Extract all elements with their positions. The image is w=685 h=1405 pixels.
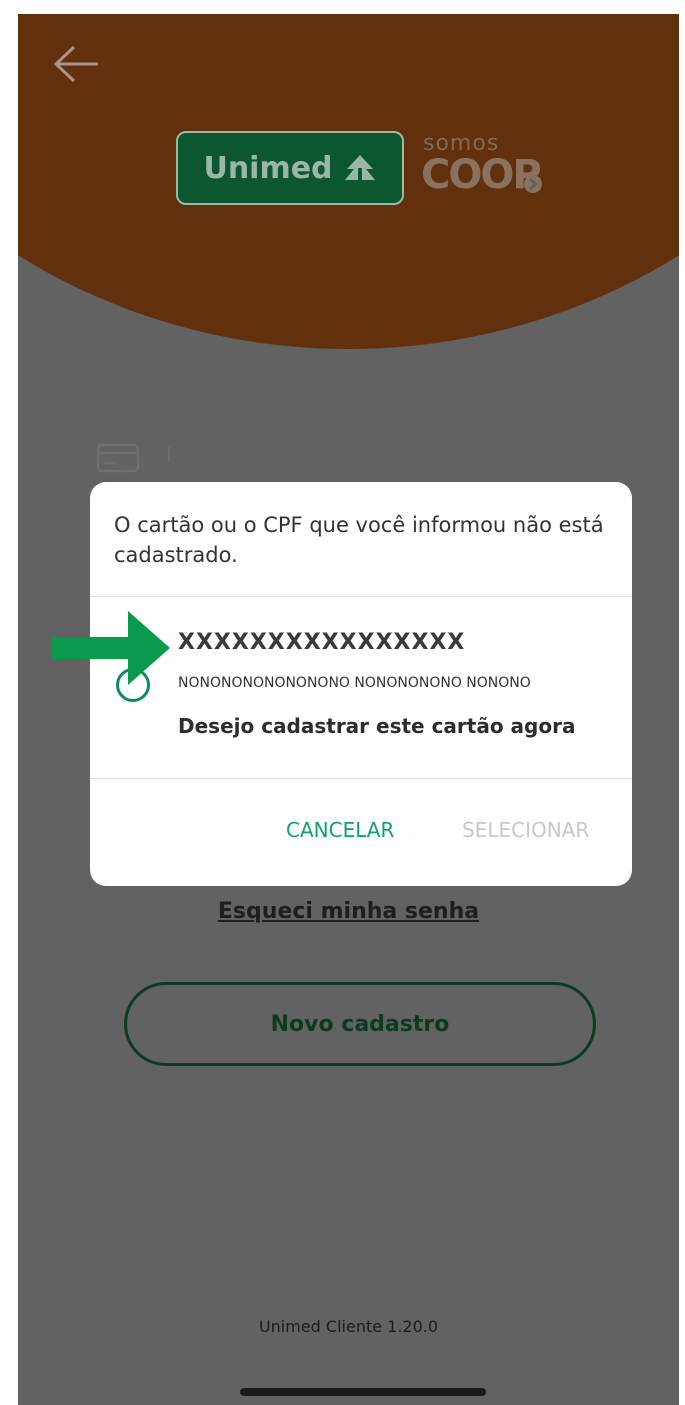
unimed-logo: Unimed xyxy=(176,131,404,205)
home-indicator xyxy=(240,1388,486,1396)
cancel-button[interactable]: CANCELAR xyxy=(286,818,394,842)
unimed-tree-icon xyxy=(344,155,375,180)
coop-arrow-icon xyxy=(524,175,542,193)
logo-brand-text: Unimed xyxy=(203,150,333,186)
new-registration-label: Novo cadastro xyxy=(270,1011,450,1037)
register-card-option[interactable]: Desejo cadastrar este cartão agora xyxy=(178,714,575,738)
input-caret xyxy=(168,447,170,461)
coop-label: COOP xyxy=(421,152,542,198)
dialog-divider-top xyxy=(90,596,632,597)
card-number: XXXXXXXXXXXXXXXX xyxy=(178,630,466,655)
back-arrow-icon[interactable] xyxy=(52,44,102,84)
card-icon xyxy=(96,443,140,473)
select-button[interactable]: SELECIONAR xyxy=(462,818,589,842)
forgot-password-link[interactable]: Esqueci minha senha xyxy=(18,899,679,924)
dialog-message: O cartão ou o CPF que você informou não … xyxy=(114,513,604,567)
dialog-divider-bottom xyxy=(90,778,632,779)
arrow-pointer-icon xyxy=(52,611,170,685)
card-holder-name: NONONONONONONONO NONONONONO NONONO xyxy=(178,675,531,691)
card-not-registered-dialog: O cartão ou o CPF que você informou não … xyxy=(90,482,632,886)
new-registration-button[interactable]: Novo cadastro xyxy=(124,982,596,1066)
app-screen: Unimed somos COOP Esqueci minha senha No… xyxy=(18,14,679,1405)
app-version: Unimed Cliente 1.20.0 xyxy=(258,1317,439,1336)
